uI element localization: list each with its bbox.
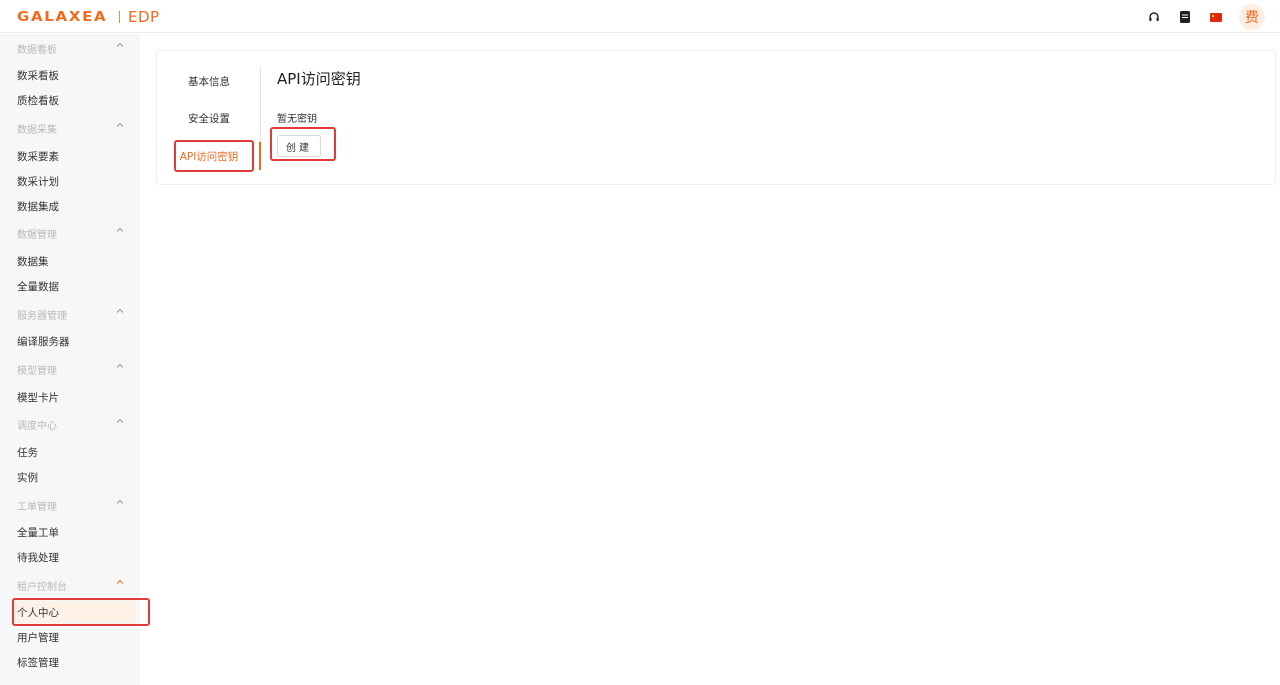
sidebar-group-scheduling[interactable]: 调度中心: [0, 413, 140, 435]
sidebar-item-label: 标签管理: [17, 656, 59, 669]
chevron-up-icon: [116, 227, 124, 232]
settings-tabs: 基本信息 安全设置 API访问密钥: [157, 51, 261, 186]
sidebar-group-tickets[interactable]: 工单管理: [0, 494, 140, 516]
sidebar-item-collection-plan[interactable]: 数采计划: [0, 170, 140, 192]
sidebar-group-label: 数据看板: [17, 44, 57, 56]
tab-basic-info[interactable]: 基本信息: [157, 71, 261, 91]
sidebar-item-label: 实例: [17, 471, 38, 484]
sidebar-item-all-tickets[interactable]: 全量工单: [0, 521, 140, 543]
sidebar-item-label: 待我处理: [17, 551, 59, 564]
sidebar-item-label: 编译服务器: [17, 335, 70, 348]
sidebar-item-datasets[interactable]: 数据集: [0, 250, 140, 272]
book-icon[interactable]: [1177, 9, 1193, 25]
sidebar-item-label: 质检看板: [17, 94, 59, 107]
sidebar-item-label: 数采要素: [17, 150, 59, 163]
chevron-up-icon: [116, 308, 124, 313]
active-tab-indicator: [259, 142, 261, 170]
sidebar-group-label: 数据管理: [17, 229, 57, 241]
sidebar: 数据看板 数采看板 质检看板 数据采集 数采要素 数采计划 数据集成 数据管理 …: [0, 34, 140, 685]
sidebar-item-data-integration[interactable]: 数据集成: [0, 195, 140, 217]
headset-icon[interactable]: [1146, 9, 1162, 25]
sidebar-group-data-dashboard[interactable]: 数据看板: [0, 37, 140, 59]
sidebar-item-user-management[interactable]: 用户管理: [0, 626, 140, 648]
sidebar-item-label: 数据集: [17, 255, 49, 268]
sidebar-item-label: 数采计划: [17, 175, 59, 188]
chevron-up-icon: [116, 499, 124, 504]
logo[interactable]: GALAXEA EDP: [17, 8, 160, 26]
create-key-button[interactable]: 创建: [277, 135, 321, 157]
sidebar-item-all-data[interactable]: 全量数据: [0, 275, 140, 297]
chevron-up-icon: [116, 363, 124, 368]
chevron-up-icon: [116, 579, 124, 584]
sidebar-group-label: 模型管理: [17, 365, 57, 377]
sidebar-item-qc-board[interactable]: 质检看板: [0, 89, 140, 111]
pane-title: API访问密钥: [277, 70, 361, 88]
header-actions: 费: [1146, 4, 1265, 30]
tab-security-settings[interactable]: 安全设置: [157, 108, 261, 128]
chevron-up-icon: [116, 418, 124, 423]
sidebar-item-label: 模型卡片: [17, 391, 59, 404]
logo-product: EDP: [128, 8, 160, 26]
avatar[interactable]: 费: [1239, 4, 1265, 30]
logo-separator: [119, 11, 120, 23]
sidebar-item-label: 个人中心: [17, 606, 59, 619]
chevron-up-icon: [116, 42, 124, 47]
sidebar-group-server-management[interactable]: 服务器管理: [0, 303, 140, 325]
sidebar-group-label: 租户控制台: [17, 581, 67, 593]
sidebar-item-instances[interactable]: 实例: [0, 466, 140, 488]
sidebar-item-collection-elements[interactable]: 数采要素: [0, 145, 140, 167]
sidebar-item-label: 数据集成: [17, 200, 59, 213]
sidebar-item-build-server[interactable]: 编译服务器: [0, 330, 140, 352]
sidebar-item-label: 数采看板: [17, 69, 59, 82]
tab-label: 安全设置: [188, 112, 230, 125]
sidebar-group-model-management[interactable]: 模型管理: [0, 358, 140, 380]
sidebar-item-tasks[interactable]: 任务: [0, 441, 140, 463]
personal-center-card: 基本信息 安全设置 API访问密钥 API访问密钥 暂无密钥 创建: [156, 50, 1276, 185]
empty-keys-text: 暂无密钥: [277, 114, 317, 125]
sidebar-group-label: 工单管理: [17, 501, 57, 513]
sidebar-item-collection-board[interactable]: 数采看板: [0, 64, 140, 86]
sidebar-item-label: 全量工单: [17, 526, 59, 539]
tab-api-access-keys[interactable]: API访问密钥: [157, 146, 261, 166]
logo-brand: GALAXEA: [17, 9, 108, 25]
sidebar-item-model-cards[interactable]: 模型卡片: [0, 386, 140, 408]
tab-label: 基本信息: [188, 75, 230, 88]
sidebar-item-my-pending[interactable]: 待我处理: [0, 546, 140, 568]
sidebar-item-label: 任务: [17, 446, 38, 459]
sidebar-group-data-management[interactable]: 数据管理: [0, 222, 140, 244]
sidebar-item-label: 全量数据: [17, 280, 59, 293]
top-header: GALAXEA EDP 费: [0, 0, 1280, 33]
tab-label: API访问密钥: [179, 150, 239, 163]
sidebar-item-label: 用户管理: [17, 631, 59, 644]
sidebar-group-label: 调度中心: [17, 420, 57, 432]
sidebar-group-data-collection[interactable]: 数据采集: [0, 117, 140, 139]
sidebar-group-label: 服务器管理: [17, 310, 67, 322]
sidebar-item-personal-center[interactable]: 个人中心: [12, 601, 136, 623]
china-flag-icon[interactable]: [1208, 9, 1224, 25]
sidebar-group-tenant-console[interactable]: 租户控制台: [0, 574, 140, 596]
chevron-up-icon: [116, 122, 124, 127]
sidebar-item-tag-management[interactable]: 标签管理: [0, 651, 140, 673]
sidebar-group-label: 数据采集: [17, 124, 57, 136]
